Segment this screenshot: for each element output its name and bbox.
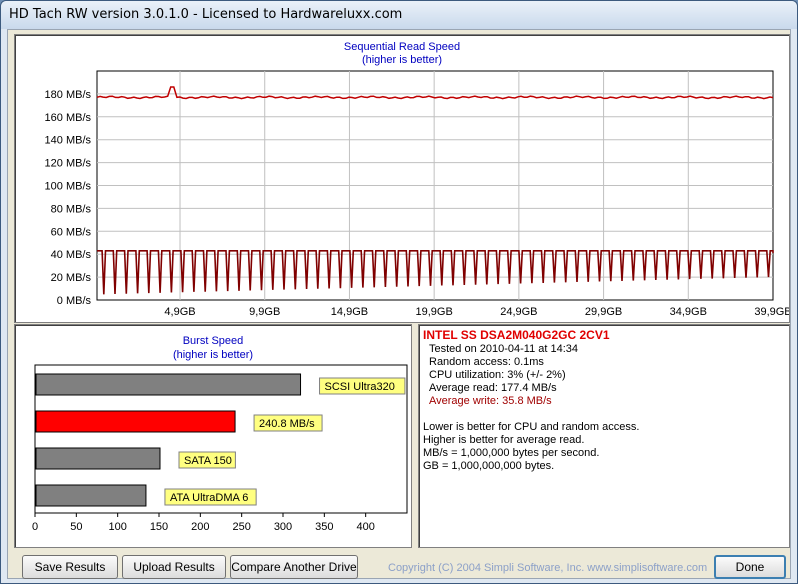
- x-tick-label: 29,9GB: [585, 306, 622, 318]
- x-tick-label: 14,9GB: [331, 306, 368, 318]
- y-tick-label: 180 MB/s: [45, 89, 92, 101]
- client-area: Sequential Read Speed (higher is better)…: [7, 29, 791, 579]
- y-tick-label: 20 MB/s: [51, 272, 92, 284]
- burst-bar: [35, 373, 302, 396]
- window-title: HD Tach RW version 3.0.1.0 - Licensed to…: [9, 7, 403, 22]
- average-read: Average read: 177.4 MB/s: [429, 382, 557, 394]
- tested-on: Tested on 2010-04-11 at 14:34: [429, 343, 579, 355]
- burst-bar-label: SATA 150: [184, 455, 232, 467]
- x-tick-label: 39,9GB: [754, 306, 789, 318]
- y-tick-label: 0 MB/s: [57, 295, 92, 307]
- random-access: Random access: 0.1ms: [429, 356, 544, 368]
- y-tick-label: 140 MB/s: [45, 135, 92, 147]
- y-tick-label: 80 MB/s: [51, 203, 92, 215]
- burst-bar: [35, 484, 147, 507]
- burst-chart-panel: Burst Speed (higher is better) 0 50 100 150…: [14, 324, 412, 548]
- note-mbs: MB/s = 1,000,000 bytes per second.: [423, 447, 600, 459]
- burst-x-tick-label: 300: [274, 521, 292, 533]
- burst-x-tick-label: 150: [150, 521, 168, 533]
- x-tick-label: 24,9GB: [500, 306, 537, 318]
- cpu-utilization: CPU utilization: 3% (+/- 2%): [429, 369, 566, 381]
- x-tick-label: 4,9GB: [164, 306, 195, 318]
- average-write: Average write: 35.8 MB/s: [429, 395, 552, 407]
- burst-x-tick-label: 100: [108, 521, 126, 533]
- burst-x-tick-label: 200: [191, 521, 209, 533]
- burst-x-tick-label: 400: [356, 521, 374, 533]
- done-button[interactable]: Done: [714, 555, 786, 579]
- sequential-chart-panel: Sequential Read Speed (higher is better)…: [14, 34, 790, 323]
- app-window: HD Tach RW version 3.0.1.0 - Licensed to…: [0, 0, 798, 584]
- burst-x-tick-label: 0: [32, 521, 38, 533]
- burst-x-tick-label: 250: [232, 521, 250, 533]
- sequential-chart: 0 MB/s 20 MB/s 40 MB/s 60 MB/s 80 MB/s 100 MB…: [45, 70, 789, 318]
- y-tick-label: 100 MB/s: [45, 181, 92, 193]
- y-tick-label: 40 MB/s: [51, 249, 92, 261]
- upload-results-button[interactable]: Upload Results: [122, 555, 226, 579]
- y-tick-label: 120 MB/s: [45, 158, 92, 170]
- x-tick-label: 34,9GB: [670, 306, 707, 318]
- y-tick-label: 160 MB/s: [45, 112, 92, 124]
- burst-bar: [35, 410, 236, 433]
- save-results-button[interactable]: Save Results: [22, 555, 118, 579]
- burst-x-tick-label: 350: [315, 521, 333, 533]
- copyright-text: Copyright (C) 2004 Simpli Software, Inc.…: [388, 562, 708, 574]
- burst-bar-label: SCSI Ultra320: [325, 381, 395, 393]
- note-cpu: Lower is better for CPU and random acces…: [423, 421, 640, 433]
- x-tick-label: 9,9GB: [249, 306, 280, 318]
- burst-x-tick-label: 50: [70, 521, 82, 533]
- note-read: Higher is better for average read.: [423, 434, 585, 446]
- info-panel: INTEL SS DSA2M040G2GC 2CV1 Tested on 201…: [418, 324, 790, 548]
- compare-drive-button[interactable]: Compare Another Drive: [230, 555, 358, 579]
- note-gb: GB = 1,000,000,000 bytes.: [423, 460, 555, 472]
- drive-name: INTEL SS DSA2M040G2GC 2CV1: [423, 328, 610, 342]
- burst-bar: [35, 447, 161, 470]
- burst-chart: 0 50 100 150 200 250 300 350 400 SCSI Ultra320 240…: [32, 364, 408, 533]
- burst-bar-label: 240.8 MB/s: [259, 418, 315, 430]
- y-tick-label: 60 MB/s: [51, 226, 92, 238]
- x-tick-label: 19,9GB: [415, 306, 452, 318]
- title-bar[interactable]: HD Tach RW version 3.0.1.0 - Licensed to…: [1, 1, 797, 29]
- burst-bar-label: ATA UltraDMA 6: [170, 492, 248, 504]
